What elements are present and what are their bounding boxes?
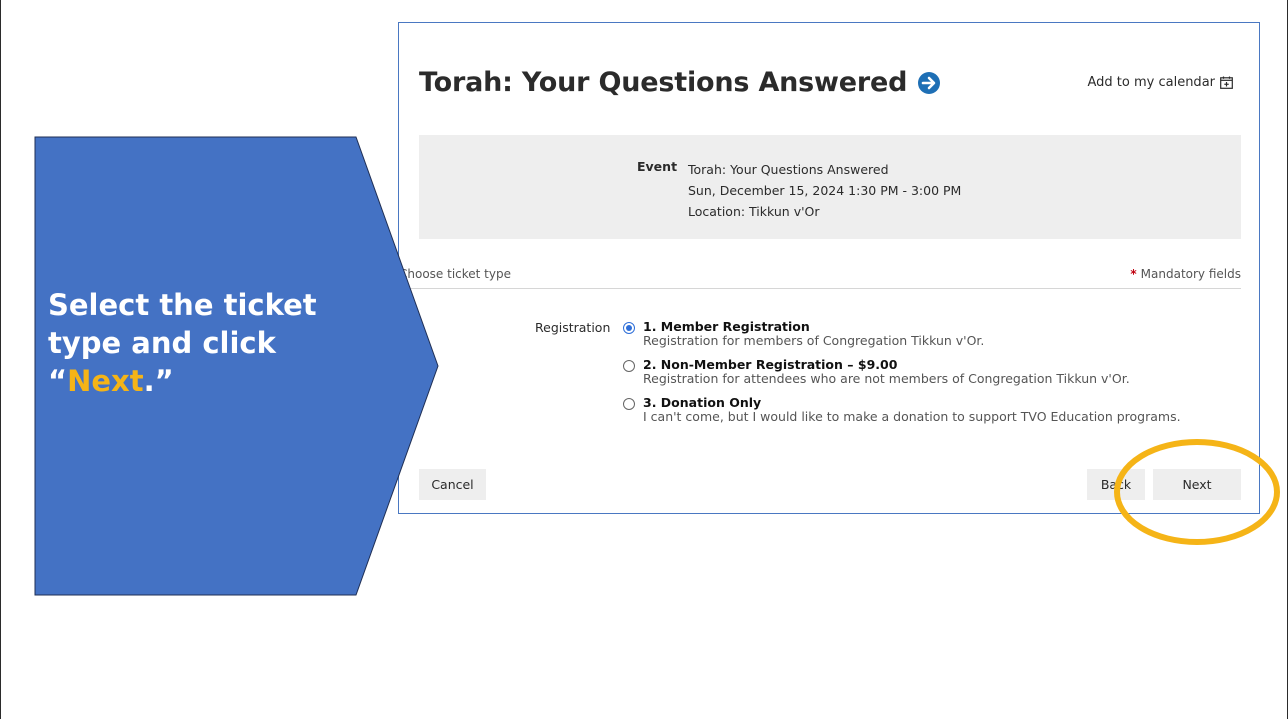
ticket-option-member[interactable]: 1. Member Registration Registration for … (623, 320, 1243, 358)
option-description: I can't come, but I would like to make a… (643, 409, 1181, 424)
event-label: Event (637, 159, 678, 174)
event-datetime: Sun, December 15, 2024 1:30 PM - 3:00 PM (688, 183, 962, 198)
highlight-ring (1114, 439, 1280, 545)
page-title: Torah: Your Questions Answered (419, 67, 941, 98)
option-description: Registration for attendees who are not m… (643, 371, 1130, 386)
ticket-option-donation[interactable]: 3. Donation Only I can't come, but I wou… (623, 396, 1243, 434)
add-to-calendar-label: Add to my calendar (1087, 75, 1216, 90)
option-title: 2. Non-Member Registration – $9.00 (643, 357, 898, 372)
radio-donation[interactable] (623, 398, 635, 410)
calendar-add-icon (1220, 76, 1233, 89)
registration-label: Registration (535, 320, 611, 335)
option-title: 1. Member Registration (643, 319, 810, 334)
radio-non-member[interactable] (623, 360, 635, 372)
required-star: * (1130, 267, 1137, 281)
add-to-calendar-link[interactable]: Add to my calendar (1088, 75, 1234, 90)
event-location: Location: Tikkun v'Or (688, 204, 820, 219)
callout-instruction: Select the ticket type and click “Next.” (48, 286, 358, 400)
arrow-circle-right-icon[interactable] (917, 71, 941, 95)
event-name: Torah: Your Questions Answered (688, 162, 889, 177)
ticket-option-non-member[interactable]: 2. Non-Member Registration – $9.00 Regis… (623, 358, 1243, 396)
event-summary-box: Event Torah: Your Questions Answered Sun… (419, 135, 1241, 239)
page-title-text: Torah: Your Questions Answered (419, 67, 908, 98)
callout-text-after: .” (143, 364, 174, 398)
option-title: 3. Donation Only (643, 395, 762, 410)
ticket-options: 1. Member Registration Registration for … (623, 320, 1243, 434)
callout-next-highlight: Next (67, 364, 144, 398)
ticket-section-header: Choose ticket type * Mandatory fields (399, 267, 1241, 289)
radio-member[interactable] (623, 322, 635, 334)
mandatory-fields-note: * Mandatory fields (1130, 267, 1241, 281)
event-details: Torah: Your Questions Answered Sun, Dece… (688, 159, 961, 222)
option-description: Registration for members of Congregation… (643, 333, 985, 348)
mandatory-fields-label: Mandatory fields (1140, 267, 1241, 281)
